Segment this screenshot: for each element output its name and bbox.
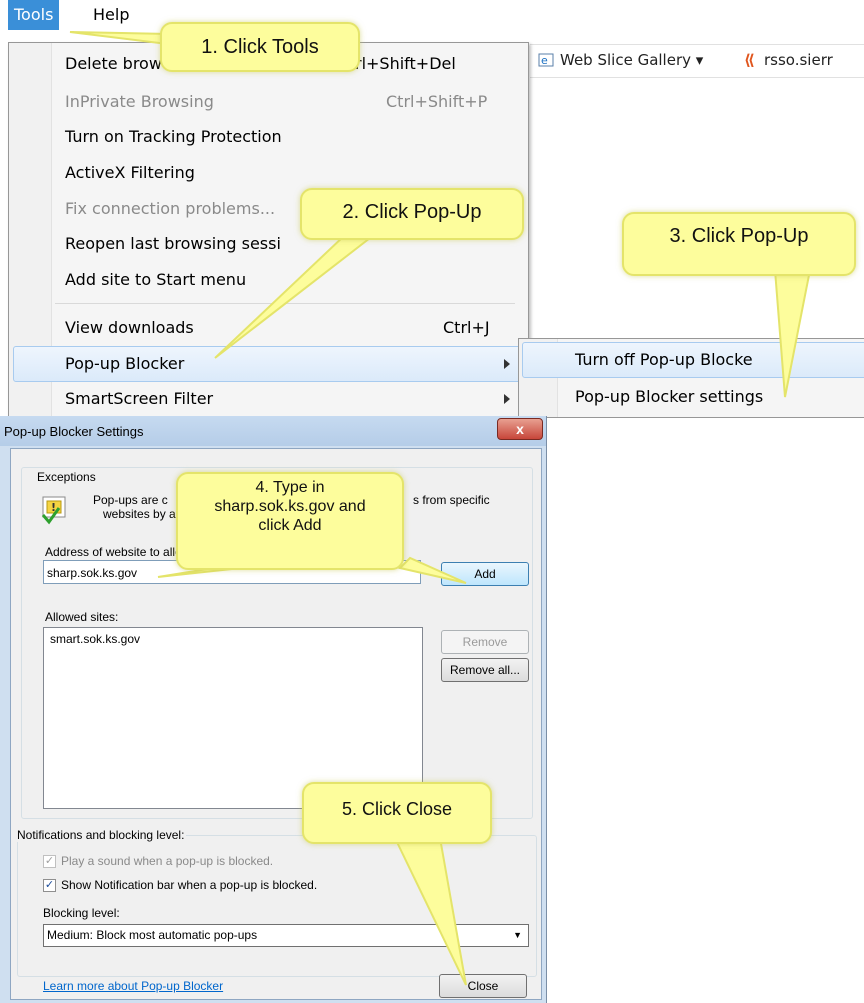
blocking-level-select[interactable]: Medium: Block most automatic pop-ups ▼ <box>43 924 529 947</box>
exceptions-text-start: Pop-ups are c <box>93 493 168 507</box>
exceptions-label: Exceptions <box>35 470 98 484</box>
chevron-down-icon: ▼ <box>513 930 522 940</box>
menu-separator <box>55 303 515 304</box>
dialog-titlebar: Pop-up Blocker Settings x <box>0 416 546 446</box>
favorites-item-web-slice-gallery[interactable]: Web Slice Gallery ▾ <box>560 51 703 69</box>
menu-tools[interactable]: Tools <box>8 0 60 30</box>
exceptions-text-end: s from specific <box>413 493 490 507</box>
menu-item-tracking-protection[interactable]: Turn on Tracking Protection <box>65 127 282 146</box>
show-notification-label: Show Notification bar when a pop-up is b… <box>61 878 318 892</box>
submenu-arrow-icon <box>504 359 510 369</box>
play-sound-checkbox[interactable]: ✓ <box>43 855 56 868</box>
submenu-arrow-icon <box>504 394 510 404</box>
dialog-title: Pop-up Blocker Settings <box>4 424 144 439</box>
menu-item-popup-blocker[interactable]: Pop-up Blocker <box>65 354 184 373</box>
add-button[interactable]: Add <box>441 562 529 586</box>
menu-help[interactable]: Help <box>87 0 135 30</box>
submenu-item-settings[interactable]: Pop-up Blocker settings <box>575 387 763 406</box>
exceptions-text-line2: websites by a <box>103 507 176 521</box>
close-button[interactable]: Close <box>439 974 527 998</box>
menu-bar: Tools Help <box>0 0 864 30</box>
popup-blocker-submenu: Turn off Pop-up Blocke Pop-up Blocker se… <box>518 338 864 418</box>
submenu-item-turn-off[interactable]: Turn off Pop-up Blocke <box>575 350 753 369</box>
shortcut-view-downloads: Ctrl+J <box>443 318 490 337</box>
rsso-favicon-icon: ⟪ <box>744 51 755 69</box>
callout-step-4-line3: click Add <box>258 517 322 534</box>
blocking-level-label: Blocking level: <box>43 906 120 920</box>
menu-item-view-downloads[interactable]: View downloads <box>65 318 194 337</box>
callout-step-4: 4. Type in sharp.sok.ks.gov and click Ad… <box>176 472 404 570</box>
shortcut-delete-browsing: rl+Shift+Del <box>355 54 456 73</box>
remove-all-button[interactable]: Remove all... <box>441 658 529 682</box>
dialog-close-button[interactable]: x <box>497 418 543 440</box>
callout-step-5: 5. Click Close <box>302 782 492 844</box>
callout-step-1: 1. Click Tools <box>160 22 360 72</box>
favorites-bar: e Web Slice Gallery ▾ ⟪ rsso.sierr <box>530 44 864 78</box>
warning-shield-icon: ! <box>41 495 71 530</box>
menu-item-delete-browsing-history[interactable]: Delete brow <box>65 54 162 73</box>
notifications-label: Notifications and blocking level: <box>17 828 187 842</box>
blocking-level-value: Medium: Block most automatic pop-ups <box>47 928 258 942</box>
svg-text:e: e <box>541 54 548 67</box>
play-sound-label: Play a sound when a pop-up is blocked. <box>61 854 274 868</box>
menu-item-fix-connection[interactable]: Fix connection problems... <box>65 199 275 218</box>
web-slice-icon: e <box>538 51 556 73</box>
callout-step-3: 3. Click Pop-Up <box>622 212 856 276</box>
shortcut-inprivate: Ctrl+Shift+P <box>386 92 488 111</box>
menu-item-add-to-start[interactable]: Add site to Start menu <box>65 270 246 289</box>
favorites-item-rsso[interactable]: rsso.sierr <box>764 51 833 69</box>
menu-item-inprivate-browsing[interactable]: InPrivate Browsing <box>65 92 214 111</box>
menu-item-reopen-session[interactable]: Reopen last browsing sessi <box>65 234 281 253</box>
learn-more-link[interactable]: Learn more about Pop-up Blocker <box>43 979 223 993</box>
list-item[interactable]: smart.sok.ks.gov <box>50 632 140 646</box>
address-label: Address of website to allow: <box>45 545 194 559</box>
callout-step-4-line1: 4. Type in <box>255 479 325 496</box>
menu-item-activex-filtering[interactable]: ActiveX Filtering <box>65 163 195 182</box>
remove-button[interactable]: Remove <box>441 630 529 654</box>
callout-step-4-line2: sharp.sok.ks.gov and <box>214 498 366 515</box>
menu-item-smartscreen[interactable]: SmartScreen Filter <box>65 389 213 408</box>
callout-step-2: 2. Click Pop-Up <box>300 188 524 240</box>
show-notification-checkbox[interactable]: ✓ <box>43 879 56 892</box>
allowed-sites-label: Allowed sites: <box>45 610 119 624</box>
